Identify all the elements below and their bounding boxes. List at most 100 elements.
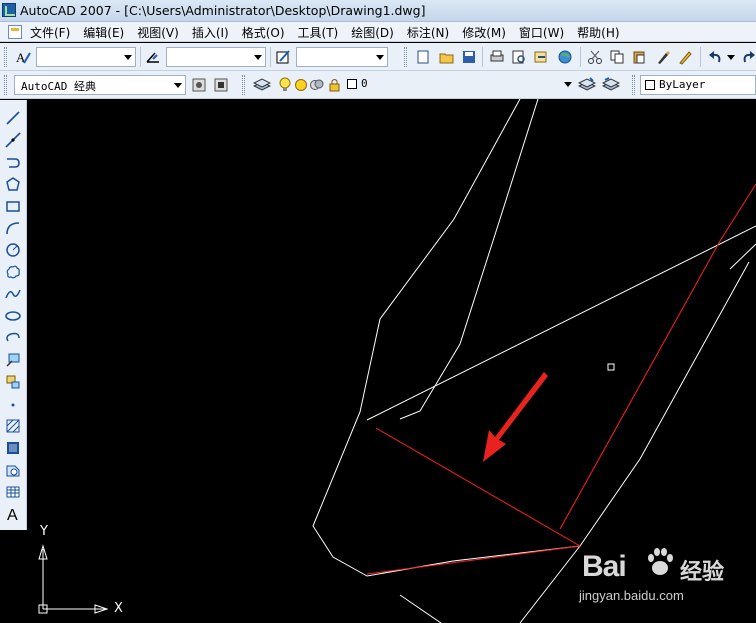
plot-preview-icon[interactable]: [510, 48, 528, 66]
red-pointer-arrow: [483, 372, 548, 462]
plot-icon[interactable]: [488, 48, 506, 66]
window-title: AutoCAD 2007 - [C:\Users\Administrator\D…: [20, 3, 426, 18]
menu-format[interactable]: 格式(O): [242, 24, 292, 41]
layer-lock-icon[interactable]: [326, 76, 344, 94]
watermark-brand: Bai: [582, 550, 627, 583]
arc-icon[interactable]: [3, 218, 23, 238]
outline-line: [399, 99, 539, 420]
polyline-icon[interactable]: [3, 152, 23, 172]
menu-tools[interactable]: 工具(T): [298, 24, 346, 41]
ellipse-icon[interactable]: [3, 306, 23, 326]
toolbar-grip[interactable]: [4, 75, 7, 95]
layer-name-value: 0: [361, 77, 368, 90]
save-icon[interactable]: [460, 48, 478, 66]
table-style-icon[interactable]: [274, 48, 292, 66]
construction-line-icon[interactable]: [3, 130, 23, 150]
red-line: [366, 545, 581, 575]
menu-view[interactable]: 视图(V): [137, 24, 186, 41]
toolbar-grip[interactable]: [242, 75, 245, 95]
document-icon[interactable]: [8, 25, 22, 39]
table-icon[interactable]: [3, 482, 23, 502]
revision-cloud-icon[interactable]: [3, 262, 23, 282]
menu-bar: 文件(F) 编辑(E) 视图(V) 插入(I) 格式(O) 工具(T) 绘图(D…: [0, 22, 756, 42]
svg-text:A: A: [7, 507, 18, 523]
workspace-combo[interactable]: AutoCAD 经典: [14, 75, 186, 95]
text-style-combo[interactable]: [36, 47, 136, 67]
spline-icon[interactable]: [3, 284, 23, 304]
menu-help[interactable]: 帮助(H): [577, 24, 626, 41]
dim-style-combo[interactable]: [166, 47, 266, 67]
redo-icon[interactable]: [740, 48, 756, 66]
point-icon[interactable]: [3, 394, 23, 414]
menu-items: 文件(F) 编辑(E) 视图(V) 插入(I) 格式(O) 工具(T) 绘图(D…: [30, 24, 633, 41]
baidu-jingyan-watermark: Bai 经验 jingyan.baidu.com: [577, 540, 752, 610]
menu-file[interactable]: 文件(F): [30, 24, 77, 41]
workspace-layers-toolbar: AutoCAD 经典 0 ByLayer: [0, 71, 756, 99]
menu-modify[interactable]: 修改(M): [462, 24, 513, 41]
red-line: [375, 427, 581, 547]
watermark-jingyan: 经验: [680, 560, 725, 585]
make-block-icon[interactable]: [3, 372, 23, 392]
hatch-icon[interactable]: [3, 416, 23, 436]
workspace-value: AutoCAD 经典: [21, 80, 96, 93]
insert-block-icon[interactable]: [3, 350, 23, 370]
baidu-paw-icon: [648, 548, 673, 575]
copy-icon[interactable]: [608, 48, 626, 66]
toolbar-grip[interactable]: [4, 47, 7, 67]
publish-icon[interactable]: [532, 48, 550, 66]
web-globe-icon[interactable]: [556, 48, 574, 66]
text-style-icon[interactable]: A: [14, 48, 32, 66]
color-control-combo[interactable]: ByLayer: [640, 75, 756, 95]
draw-toolbar: A: [0, 100, 27, 530]
dim-style-icon[interactable]: [144, 48, 162, 66]
layer-previous-icon[interactable]: [602, 76, 620, 94]
color-swatch: [645, 80, 655, 90]
watermark-url: jingyan.baidu.com: [579, 588, 684, 603]
table-style-combo[interactable]: [296, 47, 388, 67]
toolbar-grip[interactable]: [632, 75, 635, 95]
outline-line: [312, 99, 581, 577]
menu-insert[interactable]: 插入(I): [192, 24, 236, 41]
layer-viewport-icon[interactable]: [308, 76, 326, 94]
styles-standard-toolbar: A: [0, 43, 756, 71]
ucs-y-label: Y: [40, 524, 48, 539]
menu-dimension[interactable]: 标注(N): [407, 24, 456, 41]
workspace-settings-icon[interactable]: [190, 76, 208, 94]
pickbox-cursor: [607, 363, 615, 371]
open-file-icon[interactable]: [438, 48, 456, 66]
layer-combo[interactable]: 0: [343, 75, 575, 95]
region-icon[interactable]: [3, 460, 23, 480]
undo-icon[interactable]: [706, 48, 724, 66]
gradient-icon[interactable]: [3, 438, 23, 458]
layer-color-swatch: [347, 79, 357, 89]
workspace-save-icon[interactable]: [212, 76, 230, 94]
red-line: [559, 183, 756, 530]
ucs-x-label: X: [114, 601, 123, 616]
rectangle-icon[interactable]: [3, 196, 23, 216]
outline-line: [366, 225, 756, 421]
cut-icon[interactable]: [586, 48, 604, 66]
new-file-icon[interactable]: [414, 48, 432, 66]
multiline-text-icon[interactable]: A: [3, 504, 23, 524]
menu-edit[interactable]: 编辑(E): [83, 24, 131, 41]
red-highlight-geometry: [366, 183, 756, 575]
layer-properties-icon[interactable]: [253, 76, 271, 94]
menu-window[interactable]: 窗口(W): [519, 24, 571, 41]
block-editor-icon[interactable]: [676, 48, 694, 66]
polygon-icon[interactable]: [3, 174, 23, 194]
outline-line: [729, 243, 756, 270]
paste-icon[interactable]: [630, 48, 648, 66]
ucs-icon: [38, 544, 109, 614]
menu-draw[interactable]: 绘图(D): [351, 24, 401, 41]
line-icon[interactable]: [3, 108, 23, 128]
toolbar-grip[interactable]: [404, 47, 407, 67]
title-bar: AutoCAD 2007 - [C:\Users\Administrator\D…: [0, 0, 756, 22]
match-properties-icon[interactable]: [654, 48, 672, 66]
color-value: ByLayer: [659, 78, 706, 91]
undo-dropdown-arrow-icon[interactable]: [726, 48, 736, 66]
outline-line: [399, 594, 442, 623]
autocad-app-icon[interactable]: [2, 3, 16, 17]
circle-icon[interactable]: [3, 240, 23, 260]
make-object-layer-current-icon[interactable]: [578, 76, 596, 94]
ellipse-arc-icon[interactable]: [3, 328, 23, 348]
